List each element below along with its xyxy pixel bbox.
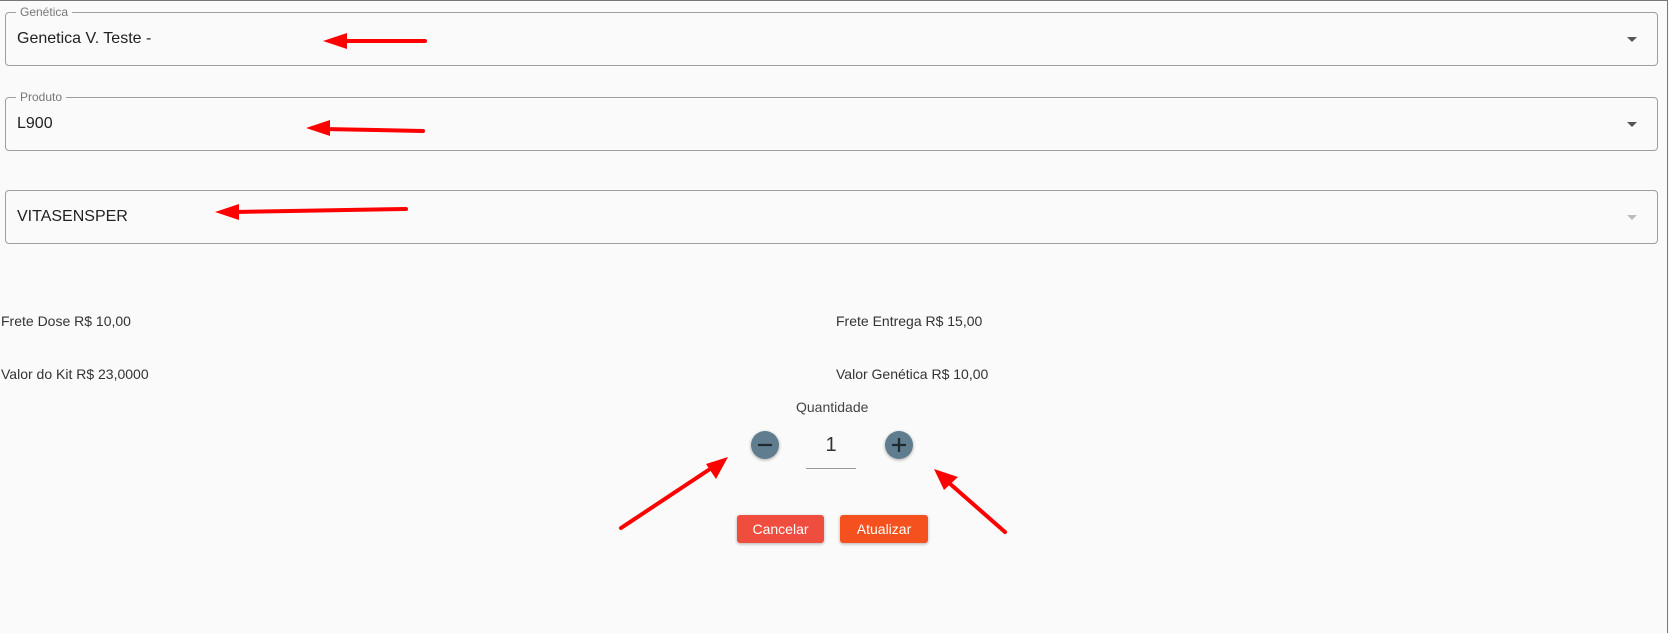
genetica-select[interactable]: Genética Genetica V. Teste - — [5, 5, 1658, 66]
valor-kit-text: Valor do Kit R$ 23,0000 — [1, 366, 149, 382]
genetica-value: Genetica V. Teste - — [17, 30, 152, 47]
chevron-down-icon — [1627, 215, 1637, 220]
minus-icon — [758, 443, 772, 447]
produto-select[interactable]: Produto L900 — [5, 90, 1658, 151]
chevron-down-icon — [1627, 122, 1637, 127]
update-button[interactable]: Atualizar — [840, 515, 928, 543]
frete-dose-text: Frete Dose R$ 10,00 — [1, 313, 131, 329]
arrow-annotation-increment — [934, 469, 1007, 534]
window-frame — [0, 0, 1668, 633]
decrement-button[interactable] — [751, 431, 779, 459]
vitasensper-value: VITASENSPER — [17, 208, 128, 225]
cancel-button[interactable]: Cancelar — [737, 515, 824, 543]
valor-genetica-text: Valor Genética R$ 10,00 — [836, 366, 989, 382]
quantity-input[interactable]: 1 — [806, 430, 856, 469]
quantity-label: Quantidade — [796, 399, 869, 415]
plus-icon — [892, 438, 906, 452]
vitasensper-select[interactable]: VITASENSPER — [5, 190, 1658, 244]
produto-value: L900 — [17, 115, 53, 132]
arrow-annotation-decrement — [619, 457, 728, 530]
increment-button[interactable] — [885, 431, 913, 459]
annotation-arrows — [215, 33, 1007, 534]
frete-entrega-text: Frete Entrega R$ 15,00 — [836, 313, 983, 329]
chevron-down-icon — [1627, 37, 1637, 42]
